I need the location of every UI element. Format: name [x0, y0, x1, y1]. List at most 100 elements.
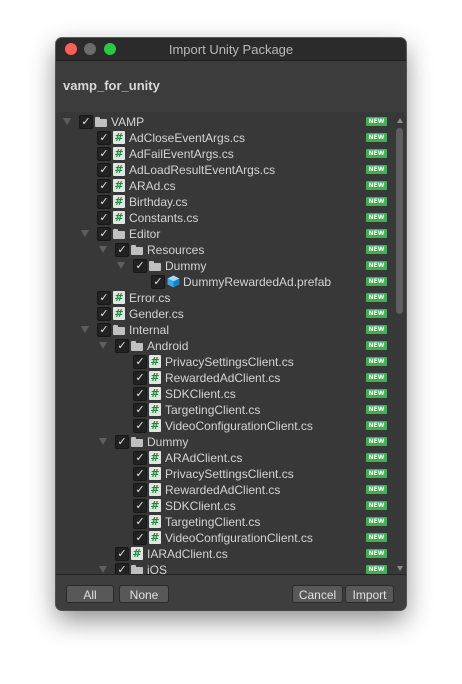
cs-script-icon: #: [113, 131, 125, 144]
tree-row[interactable]: ✓ # Constants.cs NEW: [56, 210, 394, 226]
new-badge: NEW: [366, 149, 387, 158]
tree-row[interactable]: ✓ # TargetingClient.cs NEW: [56, 402, 394, 418]
scrollbar-thumb[interactable]: [396, 128, 403, 314]
tree-row[interactable]: ✓ DummyRewardedAd.prefab NEW: [56, 274, 394, 290]
include-checkbox[interactable]: ✓: [79, 115, 93, 129]
include-checkbox[interactable]: ✓: [115, 339, 129, 353]
include-checkbox[interactable]: ✓: [133, 371, 147, 385]
include-checkbox[interactable]: ✓: [97, 147, 111, 161]
tree-row[interactable]: ✓ # SDKClient.cs NEW: [56, 498, 394, 514]
new-badge: NEW: [366, 293, 387, 302]
tree-row[interactable]: ✓ Dummy NEW: [56, 258, 394, 274]
include-checkbox[interactable]: ✓: [115, 435, 129, 449]
dialog-footer: All None Cancel Import: [56, 574, 406, 610]
tree-row[interactable]: ✓ # VideoConfigurationClient.cs NEW: [56, 418, 394, 434]
tree-item-label: Dummy: [147, 435, 189, 449]
new-badge: NEW: [366, 517, 387, 526]
title-bar[interactable]: Import Unity Package: [56, 38, 406, 61]
include-checkbox[interactable]: ✓: [97, 195, 111, 209]
include-checkbox[interactable]: ✓: [133, 483, 147, 497]
select-none-button[interactable]: None: [119, 585, 169, 603]
include-checkbox[interactable]: ✓: [97, 227, 111, 241]
tree-row[interactable]: ✓ # PrivacySettingsClient.cs NEW: [56, 354, 394, 370]
cs-script-icon: #: [113, 291, 125, 304]
tree-row[interactable]: ✓ # PrivacySettingsClient.cs NEW: [56, 466, 394, 482]
tree-row[interactable]: ✓ VAMP NEW: [56, 114, 394, 130]
cs-script-icon: #: [113, 163, 125, 176]
tree-row[interactable]: ✓ Dummy NEW: [56, 434, 394, 450]
vertical-scrollbar[interactable]: [394, 112, 406, 574]
cs-script-icon: #: [149, 531, 161, 544]
tree-row[interactable]: ✓ Editor NEW: [56, 226, 394, 242]
new-badge: NEW: [366, 261, 387, 270]
cs-script-icon: #: [149, 419, 161, 432]
cs-script-icon: #: [113, 147, 125, 160]
tree-row[interactable]: ✓ # Error.cs NEW: [56, 290, 394, 306]
new-badge: NEW: [366, 549, 387, 558]
include-checkbox[interactable]: ✓: [133, 499, 147, 513]
include-checkbox[interactable]: ✓: [97, 179, 111, 193]
foldout-arrow-icon[interactable]: [81, 230, 89, 237]
include-checkbox[interactable]: ✓: [133, 515, 147, 529]
include-checkbox[interactable]: ✓: [133, 531, 147, 545]
tree-item-label: TargetingClient.cs: [165, 403, 261, 417]
tree-row[interactable]: ✓ # AdFailEventArgs.cs NEW: [56, 146, 394, 162]
include-checkbox[interactable]: ✓: [133, 355, 147, 369]
tree-row[interactable]: ✓ Resources NEW: [56, 242, 394, 258]
tree-row[interactable]: ✓ # RewardedAdClient.cs NEW: [56, 482, 394, 498]
tree-row[interactable]: ✓ # RewardedAdClient.cs NEW: [56, 370, 394, 386]
cs-script-icon: #: [149, 451, 161, 464]
foldout-arrow-icon[interactable]: [63, 118, 71, 125]
include-checkbox[interactable]: ✓: [133, 419, 147, 433]
include-checkbox[interactable]: ✓: [97, 291, 111, 305]
tree-row[interactable]: ✓ # AdLoadResultEventArgs.cs NEW: [56, 162, 394, 178]
include-checkbox[interactable]: ✓: [133, 467, 147, 481]
tree-item-label: DummyRewardedAd.prefab: [183, 275, 332, 289]
tree-row[interactable]: ✓ # ARAdClient.cs NEW: [56, 450, 394, 466]
include-checkbox[interactable]: ✓: [97, 163, 111, 177]
cs-script-icon: #: [149, 467, 161, 480]
foldout-arrow-icon[interactable]: [99, 246, 107, 253]
prefab-cube-icon: [167, 275, 180, 288]
tree-row[interactable]: ✓ # Birthday.cs NEW: [56, 194, 394, 210]
tree-row[interactable]: ✓ # IARAdClient.cs NEW: [56, 546, 394, 562]
include-checkbox[interactable]: ✓: [133, 387, 147, 401]
foldout-arrow-icon[interactable]: [117, 262, 125, 269]
new-badge: NEW: [366, 117, 387, 126]
tree-row[interactable]: ✓ # SDKClient.cs NEW: [56, 386, 394, 402]
import-button[interactable]: Import: [345, 585, 394, 603]
include-checkbox[interactable]: ✓: [97, 323, 111, 337]
new-badge: NEW: [366, 501, 387, 510]
tree-row[interactable]: ✓ # ARAd.cs NEW: [56, 178, 394, 194]
include-checkbox[interactable]: ✓: [133, 451, 147, 465]
include-checkbox[interactable]: ✓: [115, 563, 129, 574]
include-checkbox[interactable]: ✓: [133, 259, 147, 273]
foldout-arrow-icon[interactable]: [81, 326, 89, 333]
tree-row[interactable]: ✓ Android NEW: [56, 338, 394, 354]
include-checkbox[interactable]: ✓: [151, 275, 165, 289]
scroll-down-arrow-icon[interactable]: [397, 566, 403, 571]
cancel-button[interactable]: Cancel: [292, 585, 343, 603]
scroll-up-arrow-icon[interactable]: [397, 118, 403, 123]
include-checkbox[interactable]: ✓: [97, 307, 111, 321]
include-checkbox[interactable]: ✓: [97, 131, 111, 145]
tree-row[interactable]: ✓ # AdCloseEventArgs.cs NEW: [56, 130, 394, 146]
include-checkbox[interactable]: ✓: [115, 547, 129, 561]
tree-row[interactable]: ✓ # VideoConfigurationClient.cs NEW: [56, 530, 394, 546]
select-all-button[interactable]: All: [66, 585, 114, 603]
tree-row[interactable]: ✓ iOS NEW: [56, 562, 394, 574]
include-checkbox[interactable]: ✓: [97, 211, 111, 225]
foldout-arrow-icon[interactable]: [99, 342, 107, 349]
include-checkbox[interactable]: ✓: [133, 403, 147, 417]
new-badge: NEW: [366, 565, 387, 574]
include-checkbox[interactable]: ✓: [115, 243, 129, 257]
new-badge: NEW: [366, 453, 387, 462]
tree-item-label: Constants.cs: [129, 211, 199, 225]
tree-row[interactable]: ✓ Internal NEW: [56, 322, 394, 338]
tree-row[interactable]: ✓ # Gender.cs NEW: [56, 306, 394, 322]
new-badge: NEW: [366, 197, 387, 206]
package-name: vamp_for_unity: [63, 78, 160, 93]
foldout-arrow-icon[interactable]: [99, 566, 107, 573]
tree-row[interactable]: ✓ # TargetingClient.cs NEW: [56, 514, 394, 530]
foldout-arrow-icon[interactable]: [99, 438, 107, 445]
